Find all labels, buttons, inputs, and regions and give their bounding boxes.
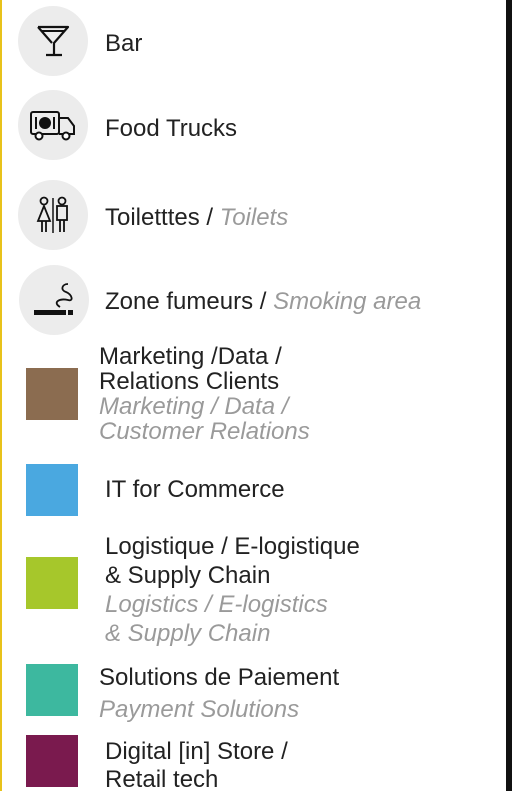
color-swatch-it-commerce	[26, 464, 78, 516]
legend-item-digital-store: Digital [in] Store / Retail tech	[2, 730, 506, 791]
legend-label-logistics-fr-line2: & Supply Chain	[105, 562, 271, 589]
legend-label-smoking: Zone fumeurs / Smoking area	[105, 289, 421, 314]
color-swatch-digital-store	[26, 735, 78, 787]
legend-item-it-commerce: IT for Commerce	[2, 450, 506, 530]
legend-item-toilets: Toiletttes / Toilets	[2, 172, 506, 260]
legend-label-logistics-en-line2: & Supply Chain	[105, 620, 271, 647]
legend-item-marketing: Marketing /Data / Relations Clients Mark…	[2, 344, 506, 450]
smoking-icon	[19, 265, 89, 335]
legend-label-payment-en: Payment Solutions	[99, 696, 300, 723]
legend-item-food-trucks: Food Trucks	[2, 84, 506, 172]
color-swatch-marketing	[26, 368, 78, 420]
color-swatch-logistics	[26, 557, 78, 609]
legend-label-digital-store: Digital [in] Store / Retail tech	[105, 738, 288, 791]
legend-label-smoking-fr: Zone fumeurs	[105, 288, 254, 315]
legend-label-logistics: Logistique / E-logistique & Supply Chain…	[105, 532, 360, 648]
legend-label-marketing-fr-line2: Relations Clients	[99, 368, 280, 395]
legend-label-food-trucks: Food Trucks	[105, 115, 238, 142]
legend-panel: Bar Food Trucks Toiletttes / Toilets Zon…	[0, 0, 506, 791]
toilets-icon	[18, 180, 88, 250]
legend-label-payment-fr: Solutions de Paiement	[99, 664, 340, 691]
cocktail-glass-icon	[18, 6, 88, 76]
color-swatch-payment	[26, 664, 78, 716]
legend-label-smoking-en: Smoking area	[273, 288, 422, 315]
legend-item-smoking: Zone fumeurs / Smoking area	[2, 260, 506, 344]
legend-label-marketing: Marketing /Data / Relations Clients Mark…	[99, 344, 310, 444]
legend-label-it-commerce: IT for Commerce	[105, 476, 285, 503]
food-truck-icon	[18, 90, 88, 160]
legend-label-marketing-en-line1: Marketing / Data /	[99, 393, 289, 420]
legend-label-digital-store-line2: Retail tech	[105, 766, 219, 791]
legend-label-toilets: Toiletttes / Toilets	[105, 205, 288, 230]
legend-label-payment: Solutions de Paiement Payment Solutions	[99, 662, 339, 726]
legend-item-bar: Bar	[2, 0, 506, 84]
legend-item-logistics: Logistique / E-logistique & Supply Chain…	[2, 530, 506, 654]
legend-label-separator: /	[259, 288, 267, 315]
legend-label-digital-store-line1: Digital [in] Store /	[105, 738, 288, 765]
legend-label-logistics-fr-line1: Logistique / E-logistique	[105, 533, 360, 560]
legend-label-separator: /	[206, 204, 214, 231]
legend-label-marketing-en-line2: Customer Relations	[99, 418, 310, 445]
legend-label-toilets-fr: Toiletttes	[105, 204, 200, 231]
legend-label-bar: Bar	[105, 30, 143, 57]
legend-label-marketing-fr-line1: Marketing /Data /	[99, 343, 282, 370]
legend-label-logistics-en-line1: Logistics / E-logistics	[105, 591, 328, 618]
legend-item-payment: Solutions de Paiement Payment Solutions	[2, 654, 506, 730]
legend-label-toilets-en: Toilets	[219, 204, 289, 231]
